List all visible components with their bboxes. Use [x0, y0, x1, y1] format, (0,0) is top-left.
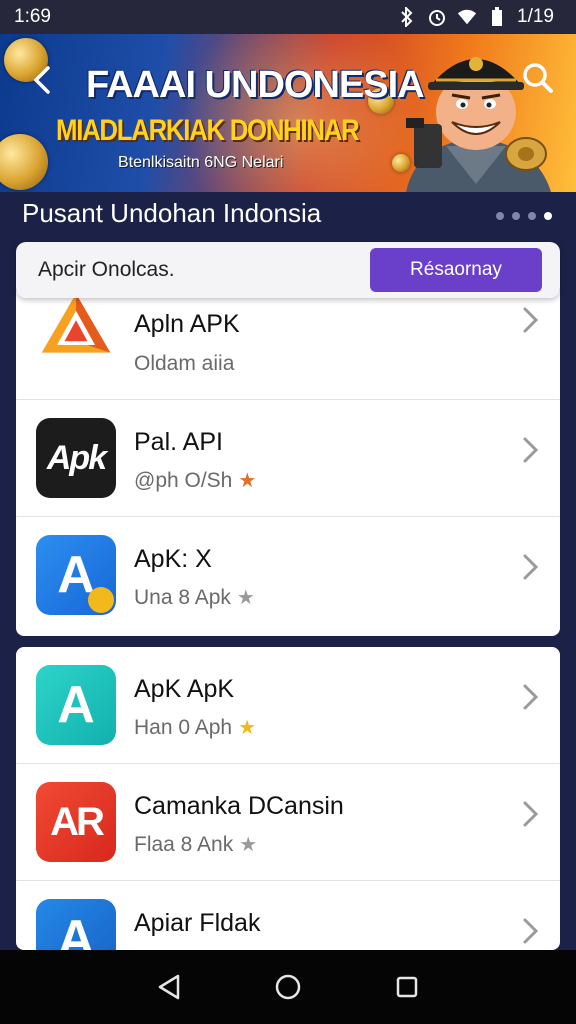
promo-text: Apcir Onolcas. — [38, 258, 175, 281]
app-subtitle-text: Una 8 Apk — [134, 585, 231, 609]
app-row[interactable]: Apln APK Oldam aiia — [16, 284, 560, 400]
app-subtitle: Flaa 8 Ank ★ — [134, 832, 257, 857]
app-icon-text: A — [57, 910, 95, 950]
status-time: 1:69 — [14, 6, 51, 27]
app-subtitle-text: Flaa 8 Ank — [134, 832, 234, 856]
nav-back-button[interactable] — [152, 970, 186, 1004]
app-icon-text: AR — [50, 799, 105, 844]
app-subtitle: Han 0 Aph ★ — [134, 715, 256, 740]
chevron-right-icon — [523, 307, 539, 333]
app-icon-text: A — [57, 676, 95, 734]
app-name: ApK ApK — [134, 675, 235, 703]
chevron-right-icon — [523, 554, 539, 580]
banner-title: FAAAI UNDONESIA — [86, 64, 425, 106]
app-subtitle-text: @ph O/Sh — [134, 468, 233, 492]
app-row[interactable]: Apk Pal. API @ph O/Sh ★ — [16, 400, 560, 517]
status-bar: 1:69 1/19 — [0, 0, 576, 34]
alarm-icon — [427, 7, 447, 27]
bluetooth-icon — [397, 7, 417, 27]
app-icon-text: Apk — [46, 438, 107, 477]
promo-button[interactable]: Résaornay — [370, 248, 542, 292]
search-button[interactable] — [518, 58, 558, 98]
app-icon: AR — [36, 782, 116, 862]
coin-decoration — [0, 134, 48, 190]
app-name: ApK: X — [134, 545, 212, 573]
system-nav-bar — [0, 950, 576, 1024]
nav-recents-button[interactable] — [390, 970, 424, 1004]
back-button[interactable] — [22, 60, 62, 100]
nav-recents-icon — [396, 976, 417, 998]
app-name: Pal. API — [134, 428, 223, 456]
app-list-card: Apln APK Oldam aiia Apk Pal. API @ph O/S… — [16, 284, 560, 636]
nav-home-button[interactable] — [271, 970, 305, 1004]
app-icon — [36, 286, 116, 366]
app-subtitle-text: Oldam aiia — [134, 352, 235, 375]
star-icon: ★ — [239, 834, 258, 856]
app-row[interactable]: A ApK: X Una 8 Apk ★ — [16, 517, 560, 634]
promo-bar: Apcir Onolcas. Résaornay — [16, 242, 560, 298]
carousel-dot-active[interactable] — [544, 212, 552, 220]
carousel-indicator[interactable] — [496, 212, 552, 220]
app-subtitle-text: Han 0 Aph — [134, 715, 233, 739]
battery-icon — [487, 7, 507, 27]
app-name: Camanka DCansin — [134, 792, 344, 820]
nav-back-icon — [159, 974, 180, 1000]
status-icons: 1/19 — [397, 6, 554, 28]
app-icon: A — [36, 535, 116, 615]
back-arrow-icon — [33, 66, 50, 94]
star-icon: ★ — [238, 470, 257, 492]
carousel-dot[interactable] — [528, 212, 536, 220]
app-row[interactable]: A Apiar Fldak — [16, 881, 560, 950]
app-icon: Apk — [36, 418, 116, 498]
chevron-right-icon — [523, 918, 539, 944]
banner-caption: Btenlkisaitn 6NG Nelari — [118, 154, 284, 171]
app-subtitle: Oldam aiia — [134, 352, 234, 376]
carousel-dot[interactable] — [512, 212, 520, 220]
app-name: Apln APK — [134, 310, 240, 338]
app-icon: A — [36, 665, 116, 745]
chevron-right-icon — [523, 437, 539, 463]
battery-level: 1/19 — [517, 6, 554, 27]
nav-home-icon — [275, 974, 301, 1000]
section-title: Pusant Undohan Indonsia — [22, 198, 322, 228]
search-icon — [523, 63, 553, 93]
wifi-icon — [457, 7, 477, 27]
badge-icon — [88, 587, 114, 613]
app-row[interactable]: A ApK ApK Han 0 Aph ★ — [16, 647, 560, 764]
app-icon: A — [36, 899, 116, 950]
app-subtitle: Una 8 Apk ★ — [134, 585, 255, 610]
promo-banner[interactable]: FAAAI UNDONESIA MIADLARKIAK DONHINAR Bte… — [0, 34, 576, 192]
app-name: Apiar Fldak — [134, 909, 261, 937]
star-icon: ★ — [238, 717, 257, 739]
chevron-right-icon — [523, 801, 539, 827]
star-icon: ★ — [236, 587, 255, 609]
app-list-card: A ApK ApK Han 0 Aph ★ AR Camanka DCansin… — [16, 647, 560, 950]
triangle-logo-icon — [41, 293, 111, 353]
banner-subtitle: MIADLARKIAK DONHINAR — [56, 114, 360, 147]
chevron-right-icon — [523, 684, 539, 710]
app-row[interactable]: AR Camanka DCansin Flaa 8 Ank ★ — [16, 764, 560, 881]
carousel-dot[interactable] — [496, 212, 504, 220]
app-subtitle: @ph O/Sh ★ — [134, 468, 256, 493]
